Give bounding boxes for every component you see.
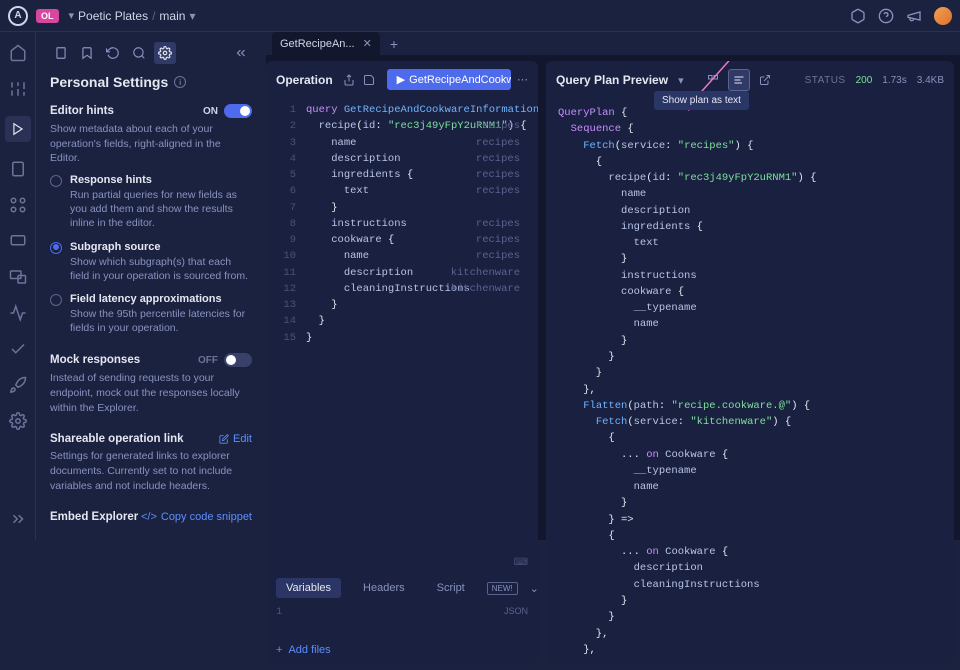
breadcrumb[interactable]: Poetic Plates / main ▾ xyxy=(78,9,199,23)
radio-field-latency[interactable]: Field latency approximationsShow the 95t… xyxy=(50,293,252,335)
chevron-down-icon[interactable]: ▾ xyxy=(678,74,684,87)
avatar[interactable] xyxy=(934,7,952,25)
editor-hints-desc: Show metadata about each of your operati… xyxy=(50,122,252,166)
status-size: 3.4KB xyxy=(917,75,944,86)
sidebar-tab-docs[interactable] xyxy=(50,42,72,64)
radio-subgraph-source[interactable]: Subgraph sourceShow which subgraph(s) th… xyxy=(50,241,252,283)
graph-icon[interactable] xyxy=(9,196,27,214)
box-icon[interactable] xyxy=(850,8,866,24)
breadcrumb-branch: main xyxy=(159,9,185,23)
radio-response-hints[interactable]: Response hintsRun partial queries for ne… xyxy=(50,174,252,231)
plan-view-chart[interactable] xyxy=(702,69,724,91)
status-time: 1.73s xyxy=(882,75,906,86)
breadcrumb-project: Poetic Plates xyxy=(78,9,148,23)
share-icon[interactable] xyxy=(343,74,355,86)
help-icon[interactable] xyxy=(878,8,894,24)
status-code: 200 xyxy=(856,75,873,86)
status-label: STATUS xyxy=(805,75,846,86)
settings-title: Personal Settings xyxy=(50,74,168,90)
gear-icon[interactable] xyxy=(9,412,27,430)
settings-panel: Personal Settings i Editor hints ON Show … xyxy=(36,32,266,540)
expand-icon[interactable] xyxy=(9,510,27,528)
chevron-down-icon: ▾ xyxy=(189,9,195,23)
share-desc: Settings for generated links to explorer… xyxy=(50,449,252,493)
embed-title: Embed Explorer xyxy=(50,511,138,523)
sidebar-tab-search[interactable] xyxy=(128,42,150,64)
devices-icon[interactable] xyxy=(9,268,27,286)
query-plan-panel: Query Plan Preview ▾ STATUS 200 1.73s 3.… xyxy=(546,61,954,664)
chevron-down-icon[interactable]: ⌄ xyxy=(530,582,538,595)
operation-panel: Operation ▶ GetRecipeAndCookwareI... ⋯ 1… xyxy=(266,61,538,664)
share-edit-button[interactable]: Edit xyxy=(219,433,252,445)
mock-toggle[interactable] xyxy=(224,353,252,367)
explorer-icon[interactable] xyxy=(5,116,31,142)
operation-title: Operation xyxy=(276,73,333,87)
left-rail xyxy=(0,32,36,540)
mock-desc: Instead of sending requests to your endp… xyxy=(50,371,252,415)
tab-label: GetRecipeAn... xyxy=(280,38,355,50)
editor-hints-title: Editor hints xyxy=(50,105,114,117)
chevron-down-icon[interactable]: ▾ xyxy=(69,9,75,22)
sliders-icon[interactable] xyxy=(9,80,27,98)
tab-variables[interactable]: Variables xyxy=(276,578,341,598)
plan-title: Query Plan Preview xyxy=(556,73,668,87)
check-icon[interactable] xyxy=(9,340,27,358)
megaphone-icon[interactable] xyxy=(906,8,922,24)
close-icon[interactable]: ✕ xyxy=(363,37,372,50)
home-icon[interactable] xyxy=(9,44,27,62)
clipboard-icon[interactable] xyxy=(9,160,27,178)
editor-tab[interactable]: GetRecipeAn... ✕ xyxy=(272,32,380,55)
editor-hints-state: ON xyxy=(203,106,218,117)
tab-script[interactable]: Script xyxy=(427,578,475,598)
mock-title: Mock responses xyxy=(50,354,140,366)
activity-icon[interactable] xyxy=(9,304,27,322)
share-title: Shareable operation link xyxy=(50,433,184,445)
plan-code[interactable]: QueryPlan { Sequence { Fetch(service: "r… xyxy=(546,99,954,664)
editor-hints-toggle[interactable] xyxy=(224,104,252,118)
rocket-icon[interactable] xyxy=(9,376,27,394)
monitor-icon[interactable] xyxy=(9,232,27,250)
add-tab-button[interactable]: + xyxy=(390,36,398,52)
sidebar-tab-history[interactable] xyxy=(102,42,124,64)
app-logo[interactable]: A xyxy=(8,6,28,26)
kebab-icon[interactable]: ⋯ xyxy=(517,73,528,86)
run-button[interactable]: ▶ GetRecipeAndCookwareI... xyxy=(387,69,511,90)
sidebar-tab-settings[interactable] xyxy=(154,42,176,64)
sidebar-tab-bookmark[interactable] xyxy=(76,42,98,64)
tab-headers[interactable]: Headers xyxy=(353,578,415,598)
open-external-icon[interactable] xyxy=(754,69,776,91)
collapse-sidebar-icon[interactable] xyxy=(230,42,252,64)
copy-snippet-button[interactable]: </> Copy code snippet xyxy=(141,511,252,523)
add-files-button[interactable]: + Add files xyxy=(276,644,528,656)
plan-view-text[interactable] xyxy=(728,69,750,91)
org-badge[interactable]: OL xyxy=(36,9,59,23)
info-icon[interactable]: i xyxy=(174,76,186,88)
tooltip: Show plan as text xyxy=(654,91,749,110)
json-label: JSON xyxy=(504,606,528,616)
operation-editor[interactable]: 1query GetRecipeAndCookwareInformation {… xyxy=(266,98,538,555)
save-icon[interactable] xyxy=(363,74,375,86)
new-badge: NEW! xyxy=(487,582,518,595)
mock-state: OFF xyxy=(198,355,218,366)
